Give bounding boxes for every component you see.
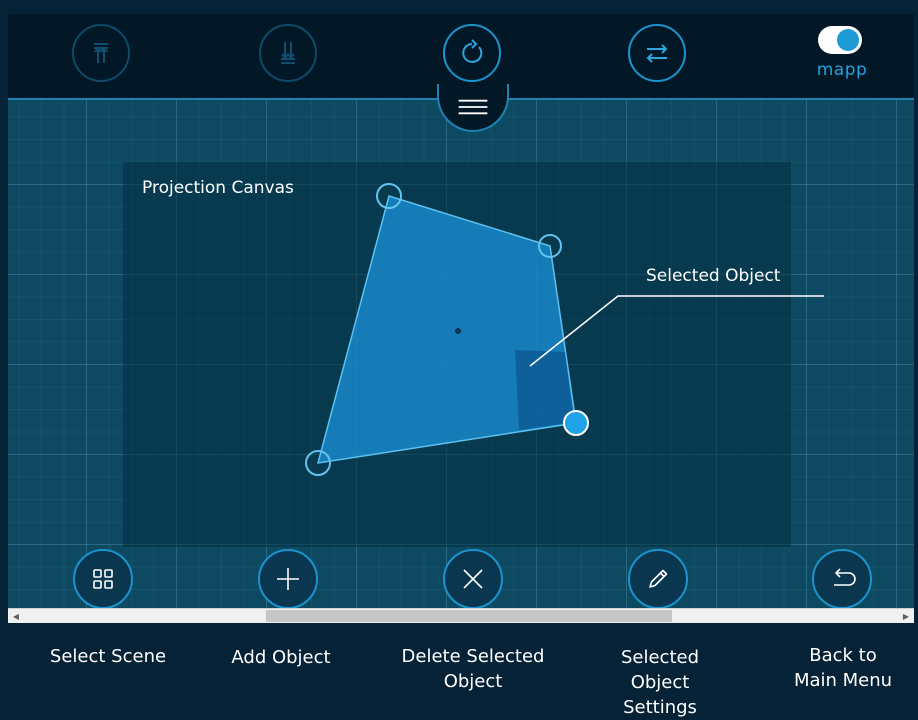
back-to-main-menu-caption: Back to Main Menu xyxy=(793,645,893,691)
mapp-switch-knob xyxy=(837,29,859,51)
delete-object-button[interactable] xyxy=(443,549,503,609)
select-scene-caption: Select Scene xyxy=(49,646,167,667)
scrollbar-thumb[interactable] xyxy=(266,610,672,622)
align-bottom-button[interactable] xyxy=(259,24,317,82)
swap-button[interactable] xyxy=(628,24,686,82)
pencil-icon xyxy=(649,569,668,588)
back-arrow-icon xyxy=(834,568,856,586)
corner-handle-bottom-right-active[interactable] xyxy=(563,410,589,436)
close-icon xyxy=(463,569,483,589)
quad-center-point xyxy=(455,328,461,334)
selected-object-callout-line xyxy=(529,295,824,367)
mapp-switch[interactable] xyxy=(818,26,862,54)
align-top-icon xyxy=(94,43,108,63)
select-scene-button[interactable] xyxy=(73,549,133,609)
projection-canvas-label: Projection Canvas xyxy=(142,178,294,198)
add-object-button[interactable] xyxy=(258,549,318,609)
scroll-right-arrow-icon[interactable]: ▶ xyxy=(901,611,911,621)
add-object-caption: Add Object xyxy=(231,647,331,668)
rotate-icon xyxy=(462,39,483,63)
selected-object-label: Selected Object xyxy=(646,266,781,286)
grid-icon xyxy=(93,569,113,589)
mapp-label: mapp xyxy=(816,60,868,80)
back-to-main-menu-button[interactable] xyxy=(812,549,872,609)
app: Projection Canvas Selected Object mapp ◀… xyxy=(0,0,918,718)
plus-icon xyxy=(277,568,299,590)
align-bottom-icon xyxy=(281,42,295,64)
object-settings-caption: Selected Object Settings xyxy=(620,647,700,718)
scroll-left-arrow-icon[interactable]: ◀ xyxy=(11,611,21,621)
swap-icon xyxy=(646,44,668,63)
horizontal-scrollbar[interactable]: ◀ ▶ xyxy=(8,608,914,623)
object-settings-button[interactable] xyxy=(628,549,688,609)
rotate-button[interactable] xyxy=(443,24,501,82)
align-top-button[interactable] xyxy=(72,24,130,82)
mapp-toggle[interactable]: mapp xyxy=(808,26,878,90)
hamburger-icon xyxy=(458,99,488,115)
delete-object-caption: Delete Selected Object xyxy=(401,646,545,692)
